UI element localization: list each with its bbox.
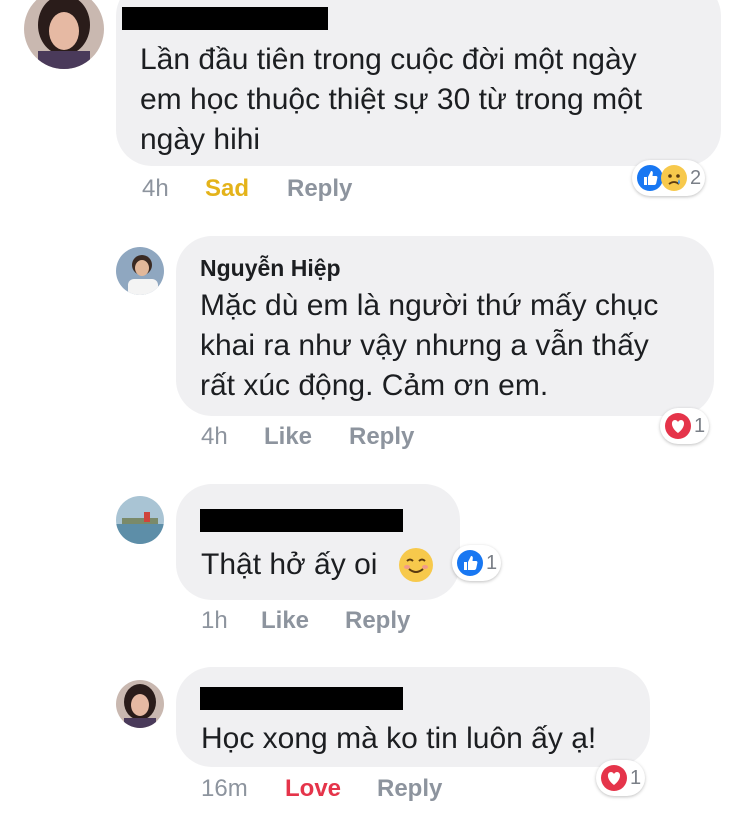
reaction-count: 1	[694, 414, 706, 437]
author-name[interactable]: Nguyễn Hiệp	[200, 255, 341, 282]
reply-button[interactable]: Reply	[345, 607, 410, 635]
reply-button[interactable]: Reply	[287, 175, 352, 203]
reaction-count: 1	[630, 766, 642, 789]
comment-text: Thật hở ấy oi	[201, 548, 378, 581]
like-button[interactable]: Like	[264, 423, 312, 451]
reaction-summary[interactable]: 1	[452, 545, 502, 581]
reaction-count: 1	[486, 551, 498, 574]
sad-reaction-button[interactable]: Sad	[205, 175, 249, 203]
redacted-author-name	[200, 687, 403, 710]
reply-button[interactable]: Reply	[349, 423, 414, 451]
comment-text: Học xong mà ko tin luôn ấy ạ!	[201, 722, 597, 755]
avatar[interactable]	[116, 496, 164, 544]
love-icon	[601, 765, 627, 791]
reaction-count: 2	[690, 166, 702, 189]
smiling-face-icon	[399, 548, 433, 582]
timestamp[interactable]: 1h	[201, 607, 228, 635]
sad-icon	[661, 165, 687, 191]
redacted-author-name	[200, 509, 403, 532]
like-icon	[457, 550, 483, 576]
redacted-author-name	[122, 7, 328, 30]
love-reaction-button[interactable]: Love	[285, 775, 341, 803]
like-button[interactable]: Like	[261, 607, 309, 635]
reaction-summary[interactable]: 1	[660, 408, 710, 444]
reaction-summary[interactable]: 2	[632, 160, 706, 196]
comment-text: Lần đầu tiên trong cuộc đời một ngày em …	[140, 43, 643, 156]
love-icon	[665, 413, 691, 439]
timestamp[interactable]: 4h	[142, 175, 169, 203]
comment-text: Mặc dù em là người thứ mấy chục khai ra …	[200, 289, 659, 402]
reply-button[interactable]: Reply	[377, 775, 442, 803]
avatar[interactable]	[116, 247, 164, 295]
avatar[interactable]	[24, 0, 104, 69]
timestamp[interactable]: 16m	[201, 775, 248, 803]
avatar[interactable]	[116, 680, 164, 728]
timestamp[interactable]: 4h	[201, 423, 228, 451]
reaction-summary[interactable]: 1	[596, 760, 646, 796]
